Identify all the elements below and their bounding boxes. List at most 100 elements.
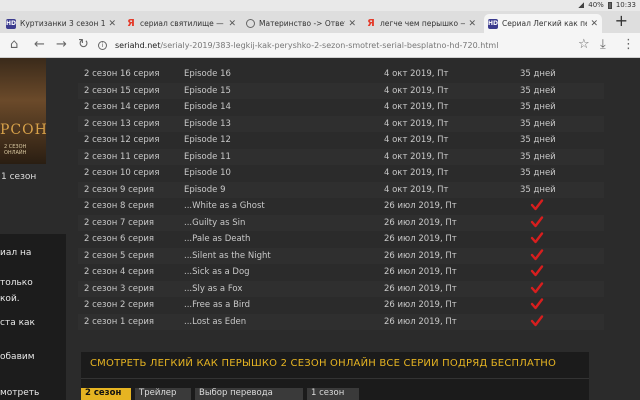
forward-icon[interactable]: → bbox=[56, 38, 67, 52]
close-tab-icon[interactable]: ✕ bbox=[468, 19, 476, 29]
menu-icon[interactable]: ⋮ bbox=[622, 38, 635, 52]
episode-title: ...Silent as the Night bbox=[184, 250, 271, 261]
episode-title: ...Lost as Eden bbox=[184, 316, 247, 327]
description-line: мотреть bbox=[0, 388, 40, 398]
episode-title: Episode 10 bbox=[184, 168, 231, 178]
description-line: кой. bbox=[0, 294, 20, 304]
browser-tab-1[interactable]: HD Куртизанки 3 сезон 1-7,8,9 ✕ bbox=[2, 14, 120, 33]
close-tab-icon[interactable]: ✕ bbox=[108, 19, 116, 29]
episode-date: 26 июл 2019, Пт bbox=[384, 267, 457, 277]
tab-title: сериал святилище — Янде bbox=[140, 19, 225, 28]
poster-title-art: РСОН bbox=[0, 122, 48, 138]
episode-season-number: 2 сезон 14 серия bbox=[84, 102, 160, 112]
player-tab-season-2[interactable]: 2 сезон bbox=[81, 388, 131, 400]
episode-title: Episode 16 bbox=[184, 69, 231, 79]
episode-row[interactable]: 2 сезон 11 серия Episode 11 4 окт 2019, Пт… bbox=[78, 148, 604, 165]
episode-title: Episode 12 bbox=[184, 135, 231, 145]
episode-row[interactable]: 2 сезон 13 серия Episode 13 4 окт 2019, Пт… bbox=[78, 115, 604, 132]
episode-season-number: 2 сезон 3 серия bbox=[84, 283, 155, 294]
new-tab-button[interactable]: + bbox=[615, 13, 628, 29]
left-sidebar: РСОН 2 СЕЗОН ОНЛАЙН 1 сезон иал на только… bbox=[0, 58, 66, 400]
episode-row[interactable]: 2 сезон 7 серия ...Guilty as Sin 26 июл 20… bbox=[78, 214, 604, 231]
info-icon[interactable]: i bbox=[98, 41, 107, 50]
episode-date: 4 окт 2019, Пт bbox=[384, 184, 449, 195]
status-bar: 40% 10:33 bbox=[0, 0, 640, 11]
episode-row[interactable]: 2 сезон 1 серия ...Lost as Eden 26 июл 201… bbox=[78, 313, 604, 331]
episode-date: 4 окт 2019, Пт bbox=[384, 135, 449, 145]
poster-image[interactable]: РСОН 2 СЕЗОН ОНЛАЙН bbox=[0, 58, 48, 164]
clock: 10:33 bbox=[615, 1, 636, 9]
player-tab-translation[interactable]: Выбор перевода bbox=[195, 388, 303, 400]
episode-season-number: 2 сезон 2 серия bbox=[84, 300, 155, 310]
close-tab-icon[interactable]: ✕ bbox=[590, 19, 598, 29]
episode-season-number: 2 сезон 5 серия bbox=[84, 250, 155, 261]
battery-icon bbox=[607, 1, 612, 9]
episode-date: 4 окт 2019, Пт bbox=[384, 102, 449, 112]
episode-title: Episode 14 bbox=[184, 102, 231, 112]
banner-title: СМОТРЕТЬ ЛЕГКИЙ КАК ПЕРЫШКО 2 СЕЗОН ОНЛА… bbox=[90, 358, 557, 369]
episode-row[interactable]: 2 сезон 12 серия Episode 12 4 окт 2019, Пт… bbox=[78, 132, 604, 149]
tab-title: Материнство -> Ответ в теме bbox=[259, 19, 345, 28]
episode-title: Episode 9 bbox=[184, 184, 226, 195]
close-tab-icon[interactable]: ✕ bbox=[228, 19, 236, 29]
watch-online-banner: СМОТРЕТЬ ЛЕГКИЙ КАК ПЕРЫШКО 2 СЕЗОН ОНЛА… bbox=[81, 352, 589, 400]
episode-row[interactable]: 2 сезон 10 серия Episode 10 4 окт 2019, Пт… bbox=[78, 165, 604, 182]
reload-icon[interactable]: ↻ bbox=[78, 38, 89, 52]
sidebar-season-label[interactable]: 1 сезон bbox=[1, 172, 36, 182]
episode-row[interactable]: 2 сезон 6 серия ...Pale as Death 26 июл 20… bbox=[78, 231, 604, 248]
released-check-icon bbox=[530, 264, 544, 281]
browser-tab-5-active[interactable]: HD Сериал Легкий как перышко ✕ bbox=[484, 14, 602, 33]
episode-season-number: 2 сезон 6 серия bbox=[84, 234, 155, 244]
browser-tab-2[interactable]: Я сериал святилище — Янде ✕ bbox=[122, 14, 240, 33]
episode-row[interactable]: 2 сезон 3 серия ...Sly as a Fox 26 июл 201… bbox=[78, 280, 604, 298]
episode-date: 4 окт 2019, Пт bbox=[384, 118, 449, 129]
episode-date: 26 июл 2019, Пт bbox=[384, 250, 457, 261]
episode-season-number: 2 сезон 10 серия bbox=[84, 168, 160, 178]
episode-date: 26 июл 2019, Пт bbox=[384, 316, 457, 327]
episode-date: 26 июл 2019, Пт bbox=[384, 201, 457, 211]
yandex-icon: Я bbox=[127, 18, 135, 29]
released-check-icon bbox=[530, 314, 544, 331]
home-icon[interactable]: ⌂ bbox=[10, 38, 18, 52]
episode-season-number: 2 сезон 12 серия bbox=[84, 135, 160, 145]
episode-status: 35 дней bbox=[520, 102, 556, 112]
back-icon[interactable]: ← bbox=[34, 38, 45, 52]
episode-season-number: 2 сезон 11 серия bbox=[84, 151, 160, 162]
description-box: иал на только кой. ста как обавим мотрет… bbox=[0, 234, 66, 400]
episode-row[interactable]: 2 сезон 15 серия Episode 15 4 окт 2019, Пт… bbox=[78, 82, 604, 99]
bookmark-star-icon[interactable]: ☆ bbox=[578, 38, 590, 52]
address-bar[interactable]: i seriahd.net /serialy-2019/383-legkij-k… bbox=[98, 36, 568, 55]
episode-status: 35 дней bbox=[520, 151, 556, 162]
browser-tab-4[interactable]: Я легче чем перышко — Янде ✕ bbox=[362, 14, 480, 33]
released-check-icon bbox=[530, 198, 544, 215]
episode-row[interactable]: 2 сезон 4 серия ...Sick as a Dog 26 июл 20… bbox=[78, 264, 604, 281]
episode-row[interactable]: 2 сезон 5 серия ...Silent as the Night 26 … bbox=[78, 247, 604, 265]
close-tab-icon[interactable]: ✕ bbox=[348, 19, 356, 29]
episode-row[interactable]: 2 сезон 2 серия ...Free as a Bird 26 июл 2… bbox=[78, 297, 604, 314]
status-icons: 40% 10:33 bbox=[578, 1, 636, 9]
description-line: ста как bbox=[0, 318, 35, 328]
player-tab-season-1[interactable]: 1 сезон bbox=[307, 388, 359, 400]
episode-date: 4 окт 2019, Пт bbox=[384, 151, 449, 162]
episode-row[interactable]: 2 сезон 14 серия Episode 14 4 окт 2019, Пт… bbox=[78, 99, 604, 116]
tab-title: легче чем перышко — Янде bbox=[380, 19, 465, 28]
download-icon[interactable]: ⤓ bbox=[600, 38, 606, 52]
episode-season-number: 2 сезон 8 серия bbox=[84, 201, 155, 211]
episode-status: 35 дней bbox=[520, 135, 556, 145]
tab-title: Куртизанки 3 сезон 1-7,8,9 bbox=[20, 19, 106, 28]
episode-row[interactable]: 2 сезон 8 серия ...White as a Ghost 26 июл… bbox=[78, 198, 604, 215]
episode-row[interactable]: 2 сезон 16 серия Episode 16 4 окт 2019, Пт… bbox=[78, 66, 604, 83]
player-tab-trailer[interactable]: Трейлер bbox=[135, 388, 191, 400]
url-host: seriahd.net bbox=[115, 41, 161, 50]
browser-tab-3[interactable]: Материнство -> Ответ в теме ✕ bbox=[242, 14, 360, 33]
hd-icon: HD bbox=[488, 18, 499, 29]
episode-status: 35 дней bbox=[520, 184, 556, 195]
episode-row[interactable]: 2 сезон 9 серия Episode 9 4 окт 2019, Пт 35… bbox=[78, 181, 604, 198]
episode-season-number: 2 сезон 4 серия bbox=[84, 267, 155, 277]
right-margin bbox=[606, 58, 640, 400]
released-check-icon bbox=[530, 248, 544, 265]
episode-title: Episode 13 bbox=[184, 118, 231, 129]
released-check-icon bbox=[530, 281, 544, 298]
episode-date: 26 июл 2019, Пт bbox=[384, 283, 457, 294]
main-content: 2 сезон 16 серия Episode 16 4 окт 2019, Пт… bbox=[66, 58, 606, 400]
